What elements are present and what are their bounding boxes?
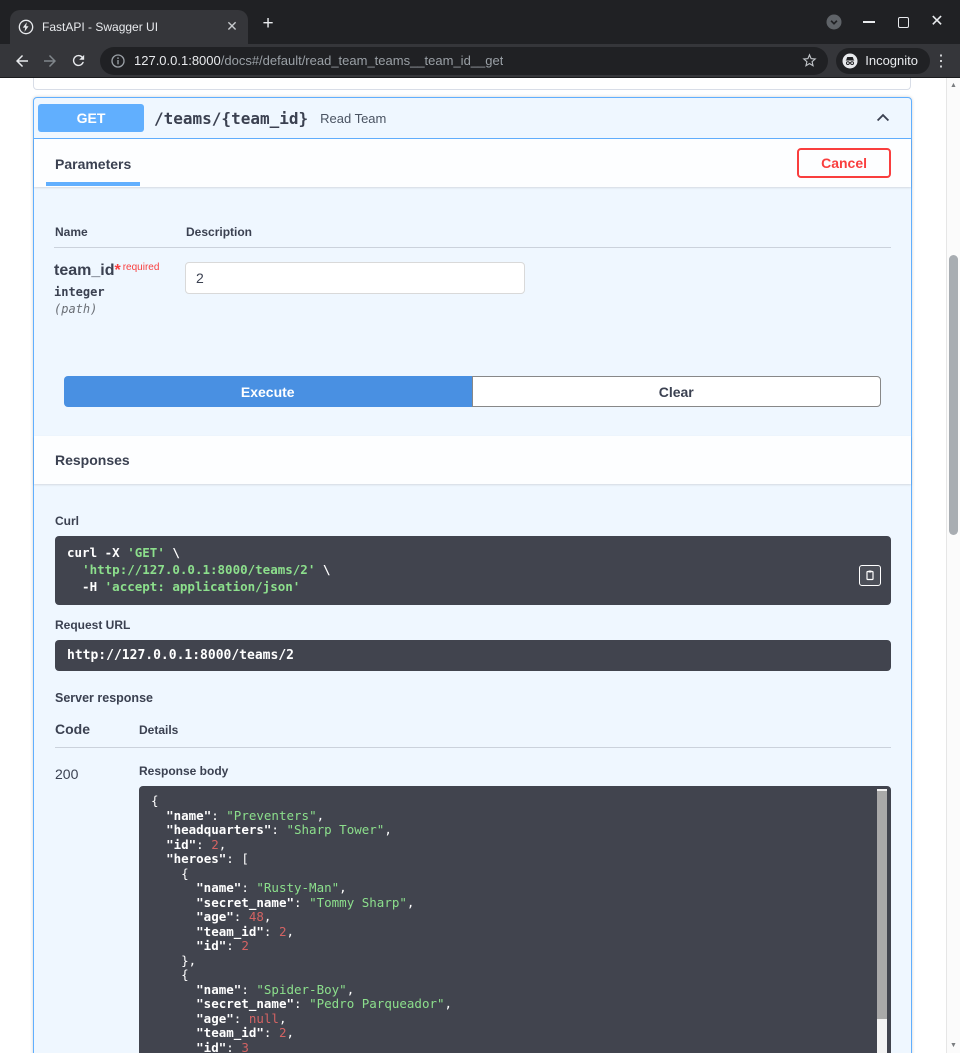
opblock-get-teams: GET /teams/{team_id} Read Team Parameter… — [33, 97, 912, 1053]
page-scrollbar-thumb[interactable] — [949, 255, 958, 535]
new-tab-button[interactable]: + — [254, 11, 282, 39]
fastapi-favicon-icon — [18, 19, 34, 35]
responses-header: Responses — [34, 436, 911, 484]
scroll-up-button[interactable]: ▲ — [947, 78, 960, 93]
url-text: 127.0.0.1:8000/docs#/default/read_team_t… — [134, 53, 503, 68]
address-bar[interactable]: 127.0.0.1:8000/docs#/default/read_team_t… — [100, 47, 828, 75]
column-name-label: Name — [55, 225, 186, 239]
request-url-value: http://127.0.0.1:8000/teams/2 — [55, 640, 891, 671]
endpoint-summary: Read Team — [320, 111, 386, 126]
opblock-summary[interactable]: GET /teams/{team_id} Read Team — [34, 98, 911, 139]
back-button[interactable] — [8, 47, 36, 75]
parameter-value-cell — [185, 262, 525, 316]
team-id-input[interactable] — [185, 262, 525, 294]
incognito-label: Incognito — [865, 53, 918, 68]
clear-button[interactable]: Clear — [472, 376, 882, 407]
response-body[interactable]: { "name": "Preventers", "headquarters": … — [139, 786, 891, 1053]
response-body-label: Response body — [139, 764, 891, 778]
collapse-button[interactable] — [865, 104, 901, 132]
incognito-badge: Incognito — [836, 48, 930, 74]
parameters-body: Name Description team_id*required intege… — [34, 187, 911, 376]
minimize-icon — [863, 21, 875, 23]
clipboard-icon — [864, 569, 876, 582]
method-badge: GET — [38, 104, 144, 132]
parameters-column-headers: Name Description — [54, 225, 891, 248]
response-column-headers: Code Details — [55, 721, 891, 748]
browser-tab[interactable]: FastAPI - Swagger UI ✕ — [10, 10, 248, 44]
maximize-icon — [898, 17, 909, 28]
parameter-row: team_id*required integer (path) — [54, 248, 891, 316]
execute-wrapper: Execute Clear — [34, 376, 911, 407]
response-body-scrollbar[interactable] — [877, 789, 887, 1053]
chevron-up-icon — [873, 108, 893, 128]
required-label: required — [123, 262, 160, 273]
copy-button[interactable] — [859, 565, 881, 586]
server-response-label: Server response — [55, 691, 891, 705]
browser-window: FastAPI - Swagger UI ✕ + ✕ — [0, 0, 960, 1053]
column-details-label: Details — [139, 723, 178, 737]
page-scrollbar[interactable]: ▲ ▼ — [946, 78, 960, 1053]
request-url-label: Request URL — [55, 618, 891, 632]
reload-button[interactable] — [64, 47, 92, 75]
response-row: 200 Response body { "name": "Preventers"… — [55, 764, 891, 1053]
response-body-scrollbar-thumb[interactable] — [877, 791, 887, 1019]
tab-search-icon[interactable] — [824, 12, 844, 32]
incognito-spy-icon — [841, 52, 859, 70]
required-marker: * — [114, 262, 120, 279]
curl-label: Curl — [55, 514, 891, 528]
titlebar: FastAPI - Swagger UI ✕ + ✕ — [0, 0, 960, 44]
column-description-label: Description — [186, 225, 252, 239]
parameters-header: Parameters Cancel — [34, 139, 911, 187]
close-icon: ✕ — [930, 14, 943, 30]
tab-title: FastAPI - Swagger UI — [42, 20, 224, 34]
tab-close-icon[interactable]: ✕ — [224, 19, 240, 35]
browser-toolbar: 127.0.0.1:8000/docs#/default/read_team_t… — [0, 44, 960, 78]
cancel-button[interactable]: Cancel — [797, 148, 891, 178]
tab-parameters[interactable]: Parameters — [46, 141, 140, 186]
forward-button[interactable] — [36, 47, 64, 75]
responses-title: Responses — [46, 452, 130, 468]
scroll-down-button[interactable]: ▼ — [947, 1038, 960, 1053]
response-details: Response body { "name": "Preventers", "h… — [139, 764, 891, 1053]
minimize-button[interactable] — [860, 13, 878, 31]
url-host: 127.0.0.1:8000 — [134, 53, 221, 68]
close-window-button[interactable]: ✕ — [928, 13, 946, 31]
back-arrow-icon — [13, 52, 31, 70]
execute-button[interactable]: Execute — [64, 376, 472, 407]
swagger-page: GET /teams/{team_id} Read Team Parameter… — [0, 78, 960, 1053]
reload-icon — [70, 52, 87, 69]
parameter-meta: team_id*required integer (path) — [54, 262, 185, 316]
responses-body: Curl curl -X 'GET' \ 'http://127.0.0.1:8… — [34, 484, 911, 1053]
previous-card-edge — [33, 78, 911, 90]
endpoint-path: /teams/{team_id} — [154, 109, 308, 128]
column-code-label: Code — [55, 721, 139, 737]
browser-menu-icon[interactable]: ⋮ — [930, 51, 952, 71]
window-controls: ✕ — [824, 0, 960, 44]
forward-arrow-icon — [41, 52, 59, 70]
parameter-type: integer — [54, 285, 185, 299]
maximize-button[interactable] — [894, 13, 912, 31]
bookmark-star-icon[interactable] — [801, 52, 818, 69]
parameter-name: team_id*required — [54, 262, 185, 280]
status-code: 200 — [55, 764, 139, 1053]
url-path: /docs#/default/read_team_teams__team_id_… — [221, 53, 504, 68]
parameter-location: (path) — [54, 302, 185, 316]
curl-command: curl -X 'GET' \ 'http://127.0.0.1:8000/t… — [55, 536, 891, 605]
site-info-icon[interactable] — [110, 53, 126, 69]
